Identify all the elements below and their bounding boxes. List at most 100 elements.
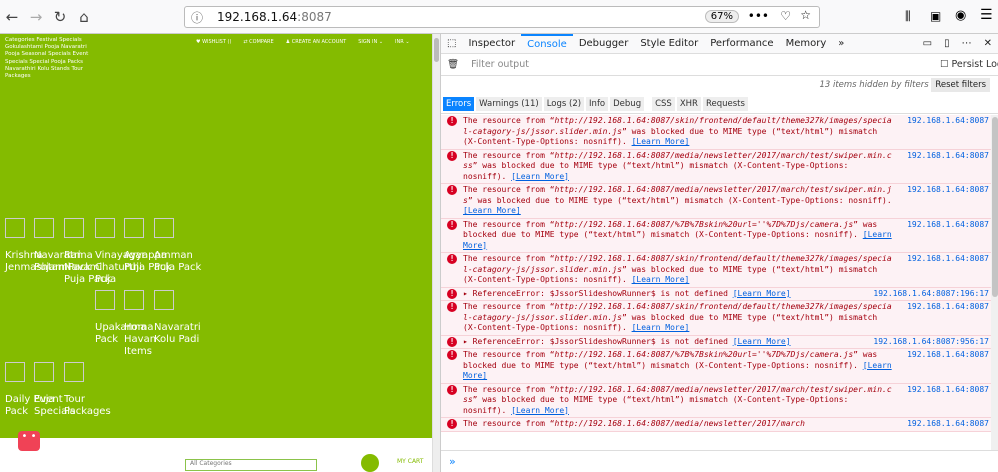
- tab-debugger[interactable]: Debugger: [573, 38, 635, 49]
- console-message: ! The resource from “http://192.168.1.64:…: [441, 418, 991, 432]
- filter-xhr[interactable]: XHR: [676, 96, 701, 111]
- error-icon: !: [447, 350, 457, 360]
- console-input[interactable]: »: [441, 450, 998, 472]
- message-source-link[interactable]: 192.168.1.64:8087: [907, 419, 989, 430]
- category-tile[interactable]: Amman Puja Pack: [154, 218, 214, 274]
- chat-bot-icon[interactable]: • •: [18, 431, 40, 451]
- filter-input[interactable]: Filter output: [471, 59, 529, 70]
- message-source-link[interactable]: 192.168.1.64:8087: [907, 302, 989, 313]
- currency-select[interactable]: INR ⌄: [395, 39, 409, 45]
- bookmark-star-icon[interactable]: ☆: [800, 8, 811, 22]
- broken-image-icon: [154, 218, 174, 238]
- message-source-link[interactable]: 192.168.1.64:8087: [907, 151, 989, 162]
- tab-inspector[interactable]: Inspector: [462, 38, 521, 49]
- filter-logs[interactable]: Logs (2): [543, 96, 585, 111]
- filter-debug[interactable]: Debug: [610, 96, 645, 111]
- broken-image-icon: [124, 218, 144, 238]
- header-banner: Categories Festival Specials Gokulashtam…: [0, 34, 432, 438]
- message-source-link[interactable]: 192.168.1.64:8087: [907, 185, 989, 196]
- web-page: Categories Festival Specials Gokulashtam…: [0, 34, 432, 472]
- learn-more-link[interactable]: [Learn More]: [632, 323, 690, 332]
- message-source-link[interactable]: 192.168.1.64:8087: [907, 385, 989, 396]
- filter-warnings[interactable]: Warnings (11): [476, 96, 542, 111]
- error-icon: !: [447, 116, 457, 126]
- account-icon[interactable]: ◉: [955, 8, 966, 23]
- more-icon[interactable]: •••: [748, 9, 769, 23]
- message-source-link[interactable]: 192.168.1.64:8087: [907, 116, 989, 127]
- broken-image-icon: [64, 218, 84, 238]
- persist-logs-checkbox[interactable]: ☐ Persist Logs: [940, 59, 998, 70]
- options-icon[interactable]: ⋯: [956, 38, 978, 49]
- learn-more-link[interactable]: [Learn More]: [511, 172, 569, 181]
- console-output: ! The resource from “http://192.168.1.64:…: [441, 115, 991, 432]
- pocket-icon[interactable]: ♡: [780, 9, 791, 23]
- my-cart-link[interactable]: MY CART: [397, 458, 423, 465]
- zoom-level[interactable]: 67%: [704, 10, 739, 23]
- console-scrollbar[interactable]: [991, 115, 998, 450]
- page-scrollbar[interactable]: [432, 34, 440, 472]
- message-source-link[interactable]: 192.168.1.64:8087:196:17: [873, 289, 989, 300]
- learn-more-link[interactable]: [Learn More]: [463, 206, 521, 215]
- learn-more-link[interactable]: [Learn More]: [632, 137, 690, 146]
- console-message: ! The resource from “http://192.168.1.64:…: [441, 253, 991, 288]
- responsive-icon[interactable]: ▯: [938, 38, 956, 49]
- home-icon[interactable]: ⌂: [72, 8, 96, 26]
- sidebar-icon[interactable]: ▣: [930, 9, 941, 23]
- error-icon: !: [447, 254, 457, 264]
- url-host: 192.168.1.64: [217, 10, 298, 24]
- console-message: ! ▸ ReferenceError: $JssorSlideshowRunner…: [441, 287, 991, 301]
- message-source-link[interactable]: 192.168.1.64:8087: [907, 350, 989, 361]
- wishlist-link[interactable]: ♥ WISHLIST (): [196, 39, 231, 45]
- tab-performance[interactable]: Performance: [704, 38, 779, 49]
- url-bar[interactable]: ⓘ 192.168.1.64:8087 67% ••• ♡ ☆: [184, 6, 820, 28]
- filter-buttons: Errors Warnings (11) Logs (2) Info Debug…: [441, 94, 998, 114]
- reload-icon[interactable]: ↻: [48, 8, 72, 26]
- back-icon[interactable]: ←: [0, 8, 24, 26]
- dock-icon[interactable]: ▭: [917, 38, 938, 49]
- error-icon: !: [447, 288, 457, 299]
- library-icon[interactable]: ⫼: [905, 9, 911, 24]
- error-icon: !: [447, 150, 457, 161]
- tab-memory[interactable]: Memory: [780, 38, 833, 49]
- broken-image-icon: [95, 290, 115, 310]
- info-icon[interactable]: ⓘ: [191, 9, 203, 26]
- broken-image-icon: [34, 362, 54, 382]
- sign-in-link[interactable]: SIGN IN ⌄: [358, 39, 383, 45]
- message-source-link[interactable]: 192.168.1.64:8087: [907, 254, 989, 265]
- pick-element-icon[interactable]: ⬚: [441, 38, 462, 49]
- cart-icon[interactable]: [361, 454, 379, 472]
- category-tile[interactable]: Tour Packages: [64, 362, 124, 418]
- top-links: ♥ WISHLIST () ⇄ COMPARE ♟ CREATE AN ACCO…: [196, 39, 410, 45]
- more-tabs-icon[interactable]: »: [832, 38, 850, 49]
- message-source-link[interactable]: 192.168.1.64:8087:956:17: [873, 337, 989, 348]
- trash-icon[interactable]: 🗑: [447, 59, 459, 70]
- filter-css[interactable]: CSS: [652, 96, 675, 111]
- compare-link[interactable]: ⇄ COMPARE: [243, 39, 273, 45]
- filter-info[interactable]: Info: [586, 96, 609, 111]
- menu-icon[interactable]: ☰: [980, 7, 993, 23]
- reset-filters-button[interactable]: Reset filters: [931, 78, 990, 92]
- tab-style-editor[interactable]: Style Editor: [634, 38, 704, 49]
- browser-toolbar: ← → ↻ ⌂ ⓘ 192.168.1.64:8087 67% ••• ♡ ☆ …: [0, 0, 998, 34]
- error-icon: !: [447, 419, 457, 429]
- learn-more-link[interactable]: [Learn More]: [511, 406, 569, 415]
- filter-requests[interactable]: Requests: [702, 96, 748, 111]
- category-search-input[interactable]: All Categories: [185, 459, 317, 471]
- console-message: ! The resource from “http://192.168.1.64:…: [441, 218, 991, 253]
- learn-more-link[interactable]: [Learn More]: [733, 289, 791, 298]
- tab-console[interactable]: Console: [521, 33, 573, 54]
- create-account-link[interactable]: ♟ CREATE AN ACCOUNT: [286, 39, 347, 45]
- forward-icon[interactable]: →: [24, 8, 48, 26]
- category-tile[interactable]: Navaratri Kolu Padi: [154, 290, 214, 346]
- console-message: ! The resource from “http://192.168.1.64:…: [441, 383, 991, 418]
- console-message: ! The resource from “http://192.168.1.64:…: [441, 115, 991, 150]
- filter-errors[interactable]: Errors: [443, 96, 475, 111]
- close-icon[interactable]: ✕: [978, 38, 998, 49]
- learn-more-link[interactable]: [Learn More]: [733, 337, 791, 346]
- learn-more-link[interactable]: [Learn More]: [632, 275, 690, 284]
- console-message: ! ▸ ReferenceError: $JssorSlideshowRunner…: [441, 335, 991, 349]
- url-port: :8087: [297, 10, 332, 24]
- category-list[interactable]: Categories Festival Specials Gokulashtam…: [5, 37, 95, 80]
- console-message: ! The resource from “http://192.168.1.64:…: [441, 349, 991, 384]
- message-source-link[interactable]: 192.168.1.64:8087: [907, 220, 989, 231]
